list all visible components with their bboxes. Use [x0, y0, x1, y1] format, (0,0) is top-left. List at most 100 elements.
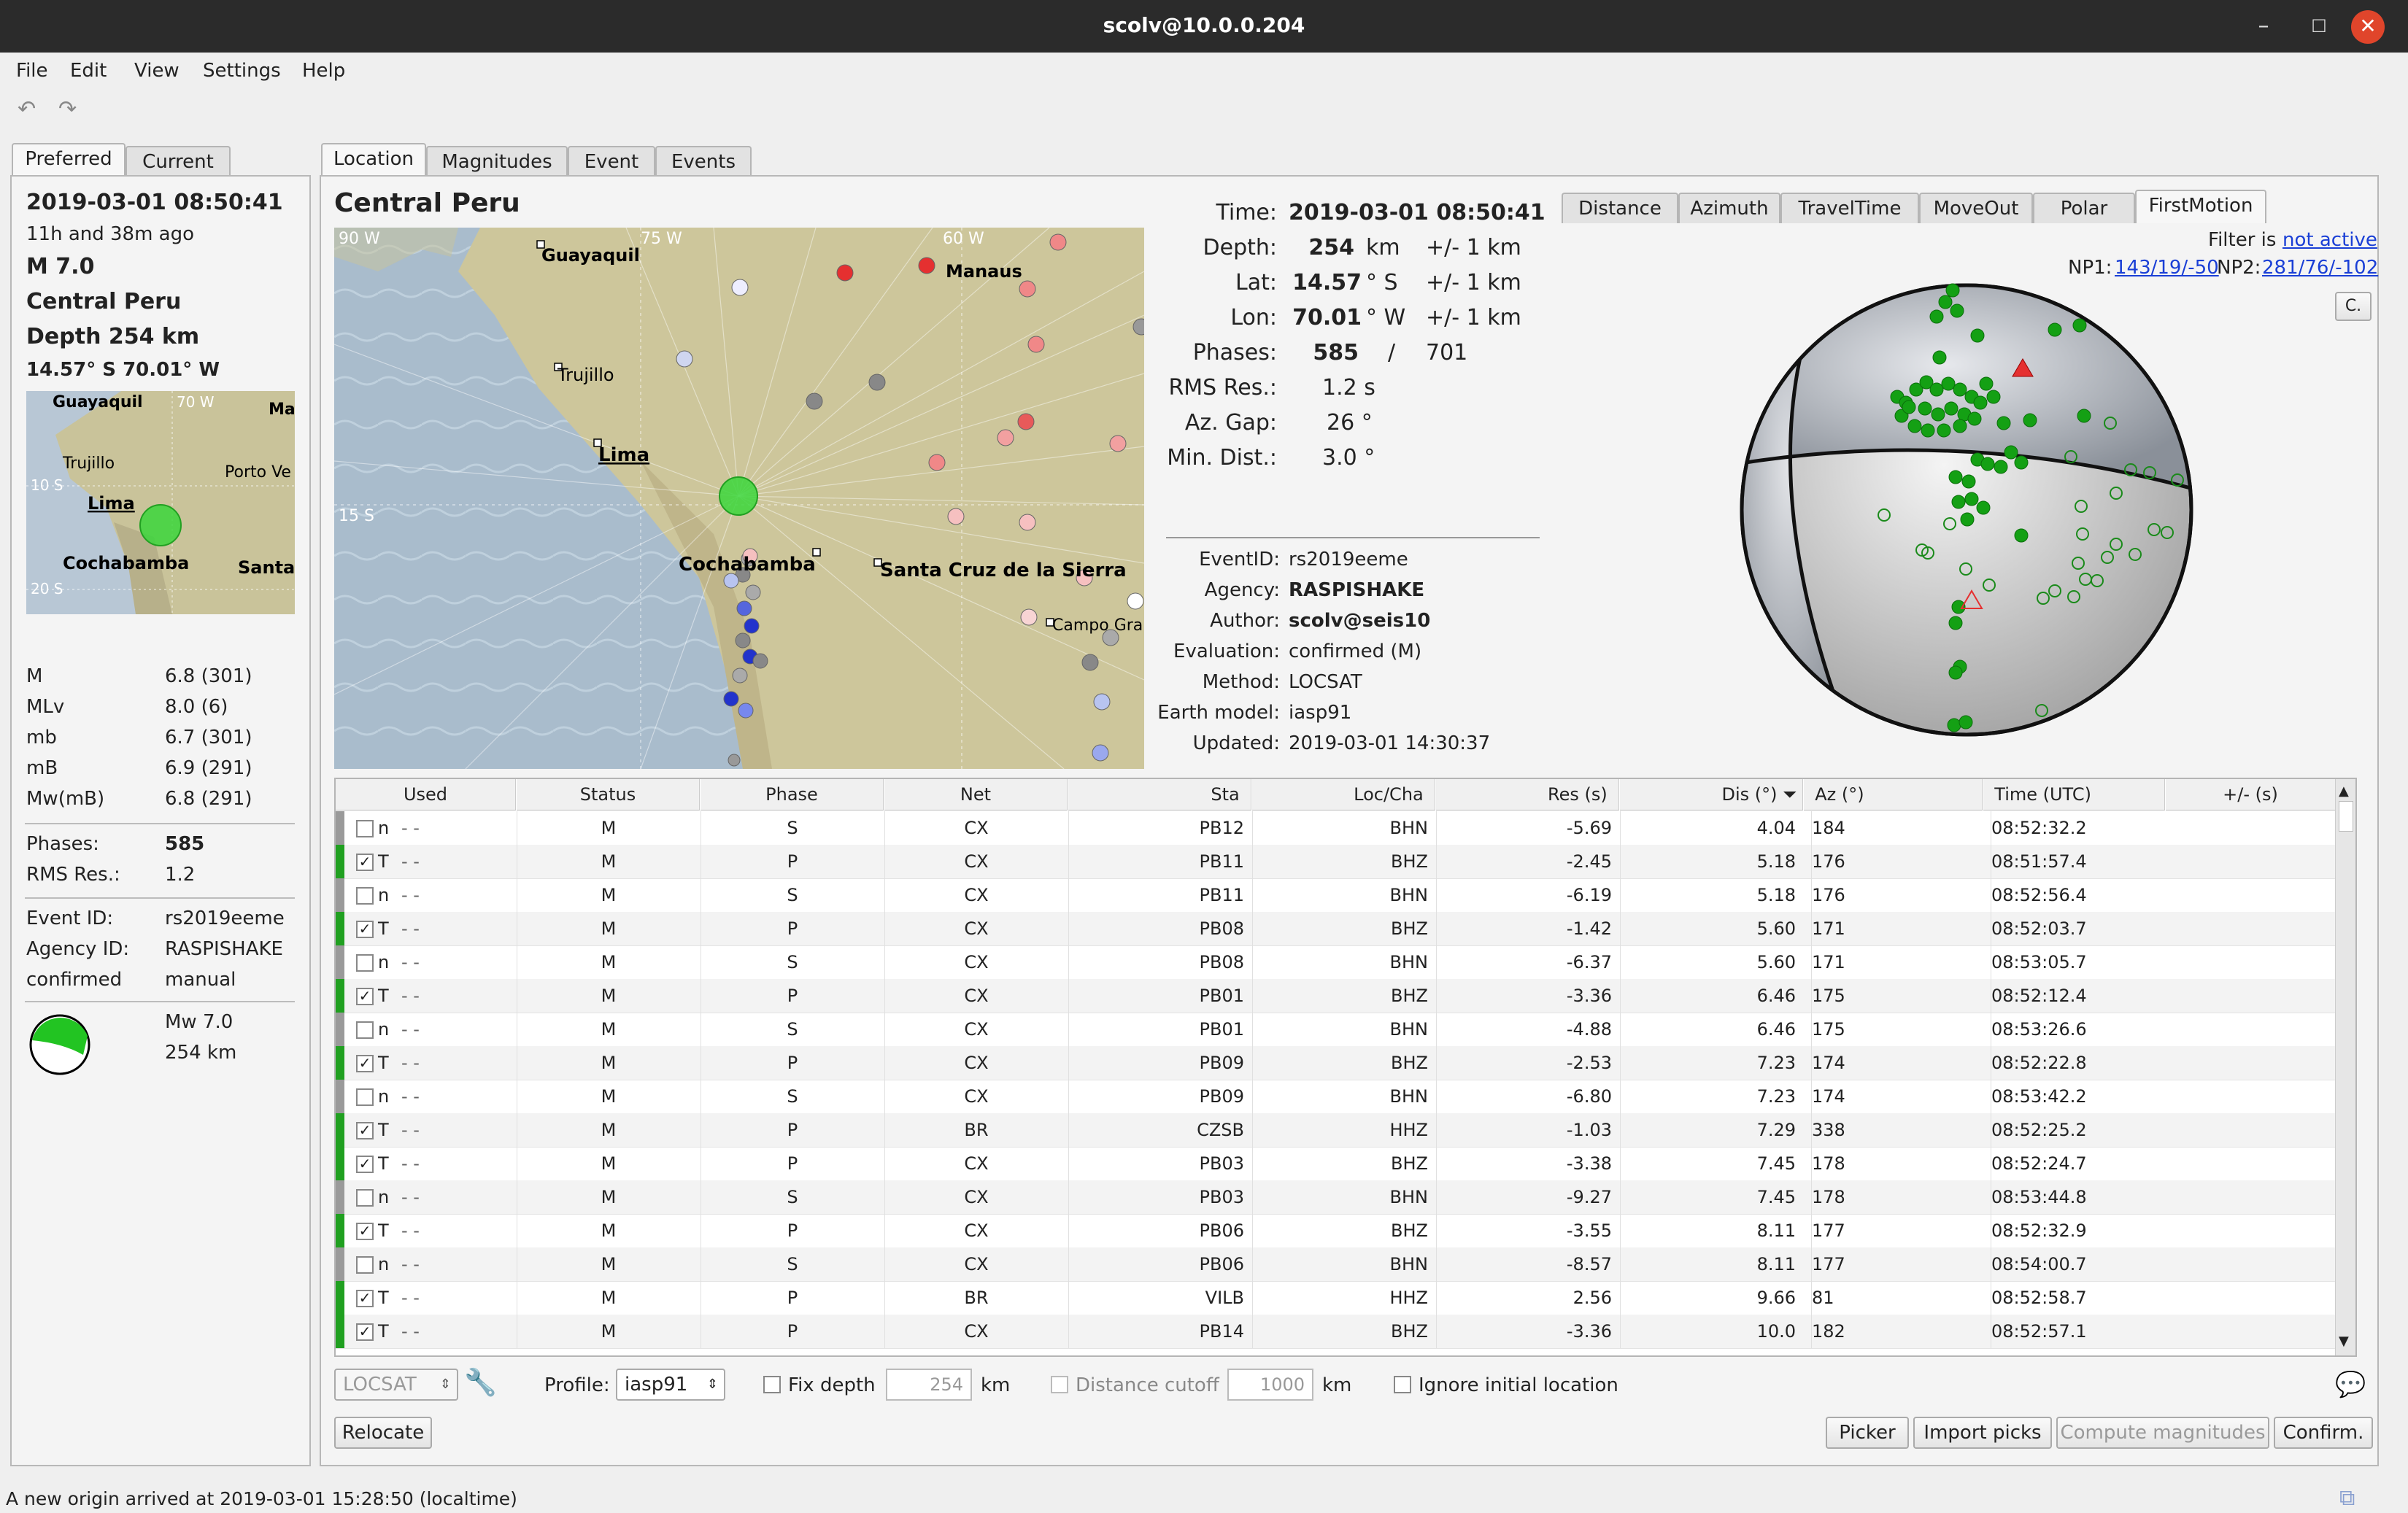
cell-dis: 7.23	[1620, 1080, 1796, 1113]
firstmotion-plot[interactable]	[1737, 280, 2196, 740]
menu-edit[interactable]: Edit	[70, 60, 107, 82]
plot-options-button[interactable]: C.	[2335, 292, 2372, 321]
wrench-icon[interactable]: 🔧	[464, 1367, 497, 1398]
chat-bubble-icon[interactable]: 💬	[2335, 1370, 2366, 1399]
used-checkbox[interactable]: ✓	[356, 1156, 374, 1173]
column-header-sta[interactable]: Sta	[1068, 779, 1251, 810]
fix-depth-input[interactable]: 254	[886, 1369, 972, 1401]
used-checkbox[interactable]: ✓	[356, 854, 374, 871]
sort-desc-icon[interactable]: ⏷	[1783, 784, 1797, 805]
picks-table[interactable]: Used Status Phase Net Sta Loc/Cha Res (s…	[334, 778, 2357, 1357]
column-header-time[interactable]: Time (UTC)	[1983, 779, 2165, 810]
maximize-icon[interactable]: ☐	[2303, 10, 2335, 42]
table-row[interactable]: n - - M S CX PB08 BHN -6.37 5.60 171 08:53:05.7	[336, 945, 2355, 980]
used-checkbox[interactable]: ✓	[356, 1122, 374, 1139]
column-header-uncertainty[interactable]: +/- (s)	[2166, 779, 2336, 810]
table-row[interactable]: ✓ T - - M P CX PB01 BHZ -3.36 6.46 175 08:52:12.4	[336, 979, 2355, 1013]
used-checkbox[interactable]: ✓	[356, 988, 374, 1005]
tab-polar[interactable]: Polar	[2033, 193, 2135, 223]
ignore-initial-location-checkbox[interactable]	[1394, 1376, 1411, 1393]
filter-link[interactable]: not active	[2282, 229, 2377, 251]
table-row[interactable]: ✓ T - - M P BR CZSB HHZ -1.03 7.29 338 08:52:25.2	[336, 1113, 2355, 1148]
import-picks-button[interactable]: Import picks	[1913, 1417, 2052, 1449]
column-header-loccha[interactable]: Loc/Cha	[1252, 779, 1435, 810]
location-map[interactable]: 90 W 75 W 60 W 15 S Guayaquil Manaus Tru…	[334, 228, 1144, 769]
tab-current[interactable]: Current	[126, 146, 231, 177]
tab-azimuth[interactable]: Azimuth	[1678, 193, 1780, 223]
used-checkbox[interactable]	[356, 820, 374, 837]
lon-error: +/- 1 km	[1426, 305, 1521, 330]
redo-icon[interactable]: ↷	[58, 96, 77, 122]
used-checkbox[interactable]	[356, 954, 374, 972]
table-row[interactable]: ✓ T - - M P CX PB03 BHZ -3.38 7.45 178 08:52:24.7	[336, 1147, 2355, 1181]
tab-event[interactable]: Event	[568, 146, 655, 177]
table-row[interactable]: n - - M S CX PB12 BHN -5.69 4.04 184 08:52:32.2	[336, 811, 2355, 846]
table-row[interactable]: ✓ T - - M P CX PB14 BHZ -3.36 10.0 182 08:52:57.1	[336, 1315, 2355, 1349]
flags-placeholder: - -	[401, 1288, 420, 1308]
used-checkbox[interactable]	[356, 1021, 374, 1039]
relocate-button[interactable]: Relocate	[334, 1417, 432, 1449]
scroll-down-icon[interactable]: ▼	[2339, 1334, 2349, 1349]
fix-depth-checkbox[interactable]	[763, 1376, 781, 1393]
used-checkbox[interactable]	[356, 1088, 374, 1106]
distance-cutoff-checkbox[interactable]	[1051, 1376, 1068, 1393]
summary-map[interactable]: 10 S 20 S 70 W Guayaquil Ma Trujillo Por…	[26, 391, 295, 614]
table-row[interactable]: n - - M S CX PB03 BHN -9.27 7.45 178 08:53:44.8	[336, 1180, 2355, 1215]
distance-cutoff-input[interactable]: 1000	[1227, 1369, 1313, 1401]
menu-help[interactable]: Help	[302, 60, 345, 82]
vertical-scrollbar[interactable]: ▲ ▼	[2335, 779, 2355, 1355]
scroll-up-icon[interactable]: ▲	[2339, 783, 2349, 799]
azimuthal-gap-label: Az. Gap:	[1184, 410, 1277, 436]
minimize-icon[interactable]: –	[2247, 10, 2280, 42]
used-checkbox[interactable]: ✓	[356, 921, 374, 938]
np2-link[interactable]: 281/76/-102	[2262, 257, 2378, 279]
tab-firstmotion[interactable]: FirstMotion	[2135, 190, 2266, 223]
column-header-az[interactable]: Az (°)	[1804, 779, 1983, 810]
tab-distance[interactable]: Distance	[1562, 193, 1678, 223]
table-row[interactable]: n - - M S CX PB11 BHN -6.19 5.18 176 08:52:56.4	[336, 878, 2355, 913]
cell-phase: P	[701, 1315, 884, 1348]
scrollbar-thumb[interactable]	[2339, 801, 2353, 832]
cell-az: 174	[1811, 1080, 1980, 1113]
tab-moveout[interactable]: MoveOut	[1919, 193, 2033, 223]
used-checkbox[interactable]: ✓	[356, 1323, 374, 1341]
table-row[interactable]: n - - M S CX PB06 BHN -8.57 8.11 177 08:54:00.7	[336, 1247, 2355, 1282]
table-row[interactable]: ✓ T - - M P BR VILB HHZ 2.56 9.66 81 08:52:58.7	[336, 1281, 2355, 1315]
menu-view[interactable]: View	[134, 60, 180, 82]
used-checkbox[interactable]	[356, 887, 374, 905]
close-icon[interactable]: ✕	[2351, 10, 2385, 44]
table-row[interactable]: ✓ T - - M P CX PB06 BHZ -3.55 8.11 177 08:52:32.9	[336, 1214, 2355, 1248]
used-checkbox[interactable]: ✓	[356, 1223, 374, 1240]
confirm-button[interactable]: Confirm.	[2274, 1417, 2373, 1449]
cell-net: CX	[884, 1247, 1068, 1281]
tab-traveltime[interactable]: TravelTime	[1780, 193, 1919, 223]
used-checkbox[interactable]	[356, 1256, 374, 1274]
table-row[interactable]: ✓ T - - M P CX PB11 BHZ -2.45 5.18 176 08:51:57.4	[336, 845, 2355, 879]
table-row[interactable]: n - - M S CX PB01 BHN -4.88 6.46 175 08:53:26.6	[336, 1013, 2355, 1047]
menu-file[interactable]: File	[16, 60, 48, 82]
column-header-net[interactable]: Net	[884, 779, 1068, 810]
compute-magnitudes-button[interactable]: Compute magnitudes	[2056, 1417, 2269, 1449]
column-header-res[interactable]: Res (s)	[1436, 779, 1619, 810]
tab-preferred[interactable]: Preferred	[12, 143, 126, 177]
undo-icon[interactable]: ↶	[18, 96, 36, 122]
np1-link[interactable]: 143/19/-50	[2115, 257, 2219, 279]
table-row[interactable]: ✓ T - - M P CX PB09 BHZ -2.53 7.23 174 08:52:22.8	[336, 1046, 2355, 1080]
menu-settings[interactable]: Settings	[203, 60, 281, 82]
table-row[interactable]: n - - M S CX PB09 BHN -6.80 7.23 174 08:53:42.2	[336, 1080, 2355, 1114]
cell-phase: P	[701, 979, 884, 1013]
method-select[interactable]: LOCSAT ⇕	[334, 1369, 458, 1401]
table-row[interactable]: ✓ T - - M P CX PB08 BHZ -1.42 5.60 171 08:52:03.7	[336, 912, 2355, 946]
column-header-dis[interactable]: Dis (°) ⏷	[1620, 779, 1803, 810]
tab-location[interactable]: Location	[321, 143, 426, 177]
column-header-phase[interactable]: Phase	[701, 779, 884, 810]
used-checkbox[interactable]: ✓	[356, 1055, 374, 1072]
profile-select[interactable]: iasp91 ⇕	[616, 1369, 725, 1401]
column-header-status[interactable]: Status	[517, 779, 700, 810]
used-checkbox[interactable]: ✓	[356, 1290, 374, 1307]
tab-magnitudes[interactable]: Magnitudes	[426, 146, 568, 177]
tab-events[interactable]: Events	[655, 146, 752, 177]
column-header-used[interactable]: Used	[336, 779, 516, 810]
picker-button[interactable]: Picker	[1826, 1417, 1909, 1449]
used-checkbox[interactable]	[356, 1189, 374, 1207]
